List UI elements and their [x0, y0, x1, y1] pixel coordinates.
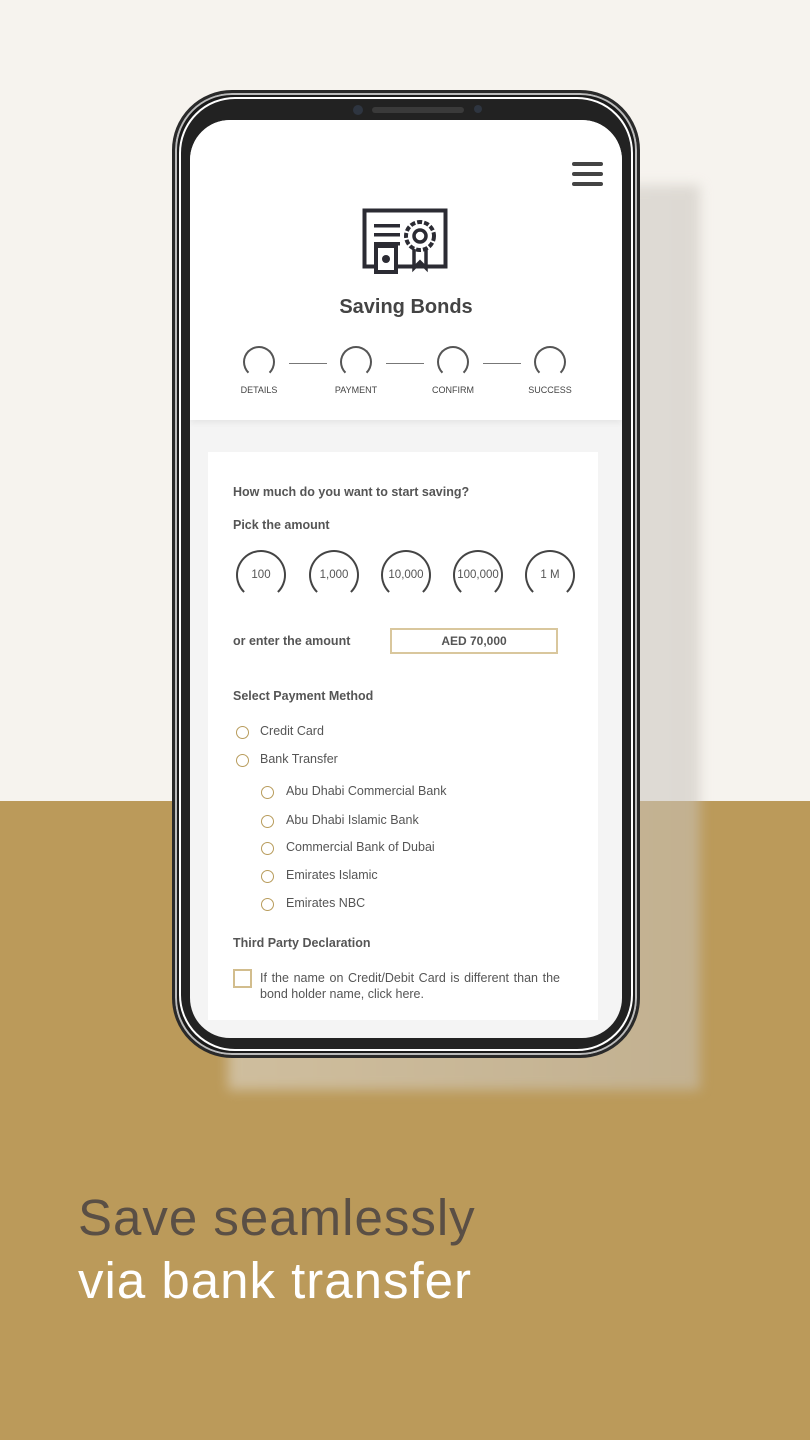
phone-speaker — [372, 107, 464, 113]
radio-credit-card[interactable] — [236, 726, 249, 739]
bank-label[interactable]: Abu Dhabi Islamic Bank — [286, 813, 419, 827]
bank-transfer-label[interactable]: Bank Transfer — [260, 752, 338, 766]
third-party-label: Third Party Declaration — [233, 936, 371, 950]
bank-label[interactable]: Emirates Islamic — [286, 868, 378, 882]
camera-icon — [353, 105, 363, 115]
radio-bank[interactable] — [261, 870, 274, 883]
radio-bank[interactable] — [261, 786, 274, 799]
step-success: SUCCESS — [510, 346, 590, 395]
slogan-line-1: Save seamlessly — [78, 1189, 476, 1246]
amount-option[interactable]: 100,000 — [453, 550, 503, 600]
app-header: Saving Bonds DETAILS PAYMENT CONFIRM SUC… — [190, 120, 622, 420]
step-details: DETAILS — [219, 346, 299, 395]
bank-label[interactable]: Abu Dhabi Commercial Bank — [286, 784, 447, 798]
amount-option[interactable]: 1 M — [525, 550, 575, 600]
question-label: How much do you want to start saving? — [233, 485, 470, 499]
third-party-checkbox[interactable] — [233, 969, 252, 988]
step-payment: PAYMENT — [316, 346, 396, 395]
hamburger-icon[interactable] — [572, 162, 604, 188]
amount-option[interactable]: 1,000 — [309, 550, 359, 600]
enter-amount-label: or enter the amount — [233, 634, 351, 648]
payment-method-label: Select Payment Method — [233, 689, 374, 703]
slogan-line-2: via bank transfer — [78, 1252, 473, 1309]
radio-bank[interactable] — [261, 898, 274, 911]
bank-label[interactable]: Emirates NBC — [286, 896, 365, 910]
credit-card-label[interactable]: Credit Card — [260, 724, 324, 738]
savings-form: How much do you want to start saving? Pi… — [208, 452, 598, 1020]
app-screen: Saving Bonds DETAILS PAYMENT CONFIRM SUC… — [190, 120, 622, 1038]
pick-amount-label: Pick the amount — [233, 518, 330, 532]
amount-option[interactable]: 100 — [236, 550, 286, 600]
radio-bank[interactable] — [261, 842, 274, 855]
step-confirm: CONFIRM — [413, 346, 493, 395]
sensor-icon — [474, 105, 482, 113]
amount-option[interactable]: 10,000 — [381, 550, 431, 600]
page-title: Saving Bonds — [339, 296, 473, 318]
amount-input[interactable]: AED 70,000 — [390, 628, 558, 654]
radio-bank[interactable] — [261, 815, 274, 828]
certificate-icon — [362, 208, 448, 274]
bank-label[interactable]: Commercial Bank of Dubai — [286, 840, 435, 854]
radio-bank-transfer[interactable] — [236, 754, 249, 767]
third-party-text[interactable]: If the name on Credit/Debit Card is diff… — [260, 970, 560, 1002]
